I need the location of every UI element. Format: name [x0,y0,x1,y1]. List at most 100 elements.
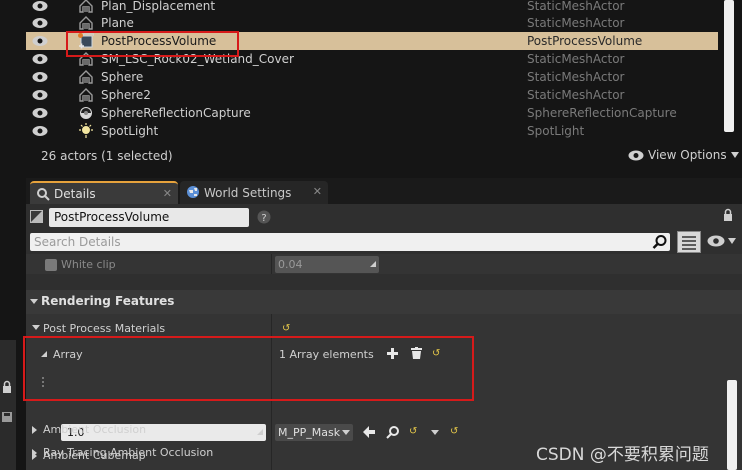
chevron-down-icon [728,238,736,244]
white-clip-label: White clip [61,258,116,271]
close-icon[interactable]: ✕ [313,185,322,198]
actor-type: StaticMeshActor [527,70,625,84]
eye-icon [628,150,644,160]
actor-name: SpotLight [101,124,159,138]
visibility-eye-icon[interactable] [32,71,48,83]
outliner-scrollbar[interactable] [724,0,734,132]
white-clip-value-field[interactable]: 0.04 [275,256,379,273]
search-details-input[interactable]: Search Details [30,233,670,251]
tab-world-settings[interactable]: World Settings ✕ [180,181,328,204]
expand-arrow-icon[interactable] [32,449,37,457]
visibility-eye-icon[interactable] [32,125,48,137]
rendering-features-category[interactable]: Rendering Features [26,290,742,314]
details-icon [37,188,50,201]
spacer [26,274,742,290]
globe-icon [187,186,199,198]
visibility-options[interactable] [707,235,736,247]
collapse-arrow-icon[interactable] [30,299,38,304]
actor-name: Sphere [101,70,144,84]
outliner-row[interactable]: Plane StaticMeshActor [26,14,718,32]
post-process-volume-icon [78,33,95,49]
actor-type: SpotLight [527,124,585,138]
svg-text:?: ? [261,213,266,224]
trash-icon[interactable] [411,347,422,359]
save-icon[interactable] [0,410,14,424]
spot-light-icon [78,123,94,139]
outliner-row[interactable]: SpotLight SpotLight [26,122,718,140]
lock-icon[interactable] [721,208,735,222]
details-scrollbar[interactable] [727,380,737,470]
reflection-capture-icon [78,105,94,121]
left-toolbar [0,340,16,470]
static-mesh-icon [78,87,94,103]
static-mesh-icon [78,15,94,31]
actor-type: StaticMeshActor [527,88,625,102]
array-elements-count: 1 Array elements [279,348,374,361]
visibility-eye-icon[interactable] [32,17,48,29]
lock-icon[interactable] [0,380,14,394]
static-mesh-icon [78,0,94,14]
outliner-row[interactable]: Plan_Displacement StaticMeshActor [26,0,718,15]
array-element-row [26,370,742,394]
details-tab-bar: Details ✕ World Settings ✕ [26,178,742,204]
ambient-occlusion-label: Ambient Occlusion [43,423,147,436]
array-label: Array [53,348,83,361]
post-process-materials-label: Post Process Materials [43,322,166,335]
chevron-down-icon [730,152,739,158]
outliner-row[interactable]: Sphere StaticMeshActor [26,68,718,86]
collapse-arrow-icon[interactable] [41,351,47,357]
close-icon[interactable]: ✕ [163,187,172,200]
expand-arrow-icon[interactable] [32,426,37,434]
add-element-icon[interactable] [387,348,398,359]
visibility-eye-icon[interactable] [32,107,48,119]
tab-details-label: Details [54,186,96,201]
outliner-row[interactable]: Sphere2 StaticMeshActor [26,86,718,104]
actor-name: Plane [101,16,134,30]
static-mesh-icon [78,51,94,67]
actor-name: PostProcessVolume [101,34,217,48]
ray-tracing-ao-label: Ray Tracing Ambient Occlusion [43,446,214,459]
visibility-eye-icon[interactable] [32,0,48,12]
search-icon[interactable] [652,234,668,250]
actor-type: SphereReflectionCapture [527,106,677,120]
help-icon[interactable]: ? [257,210,271,224]
white-clip-row: White clip 0.04 [26,254,742,274]
post-process-materials-row: Post Process Materials ↺ [26,318,742,340]
actor-count: 26 actors (1 selected) [41,149,173,163]
actor-type: PostProcessVolume [527,34,643,48]
collapse-arrow-icon[interactable] [32,325,40,330]
actor-type: StaticMeshActor [527,16,625,30]
visibility-eye-icon[interactable] [32,89,48,101]
tab-details[interactable]: Details ✕ [30,181,178,204]
actor-type-icon [30,210,43,223]
reset-to-default-icon[interactable]: ↺ [432,349,442,359]
static-mesh-icon [78,69,94,85]
visibility-eye-icon[interactable] [32,53,48,65]
reset-to-default-icon[interactable]: ↺ [282,324,292,334]
actor-name-field[interactable]: PostProcessVolume [49,208,249,227]
white-clip-checkbox[interactable] [45,259,57,271]
watermark: CSDN @不要积累问题 [536,445,709,465]
actor-name: SphereReflectionCapture [101,106,251,120]
view-options-button[interactable]: View Options [628,148,739,162]
actor-name: Sphere2 [101,88,151,102]
actor-name: Plan_Displacement [101,0,216,13]
actor-type: StaticMeshActor [527,52,625,66]
world-outliner: Plan_Displacement StaticMeshActor Plane Sta… [26,0,742,178]
resize-handle-icon [370,261,376,267]
actor-name: SM_LSC_Rock02_Wetland_Cover [101,52,294,66]
details-panel: PostProcessVolume ? Search Details White… [26,204,742,470]
ambient-occlusion-row[interactable]: Ambient Occlusion [26,419,742,441]
outliner-row[interactable]: SM_LSC_Rock02_Wetland_Cover StaticMeshAct… [26,50,718,68]
white-clip-value: 0.04 [278,258,303,271]
property-matrix-icon[interactable] [677,231,701,253]
rendering-features-label: Rendering Features [41,294,175,308]
eye-icon [707,235,725,247]
outliner-row[interactable]: SphereReflectionCapture SphereReflectionC… [26,104,718,122]
left-edge-strip [0,0,26,470]
drag-handle[interactable] [42,377,44,387]
tab-world-settings-label: World Settings [204,185,292,200]
view-options-label: View Options [648,148,727,162]
visibility-eye-icon[interactable] [32,35,48,47]
outliner-row[interactable]: PostProcessVolume PostProcessVolume [26,32,718,50]
